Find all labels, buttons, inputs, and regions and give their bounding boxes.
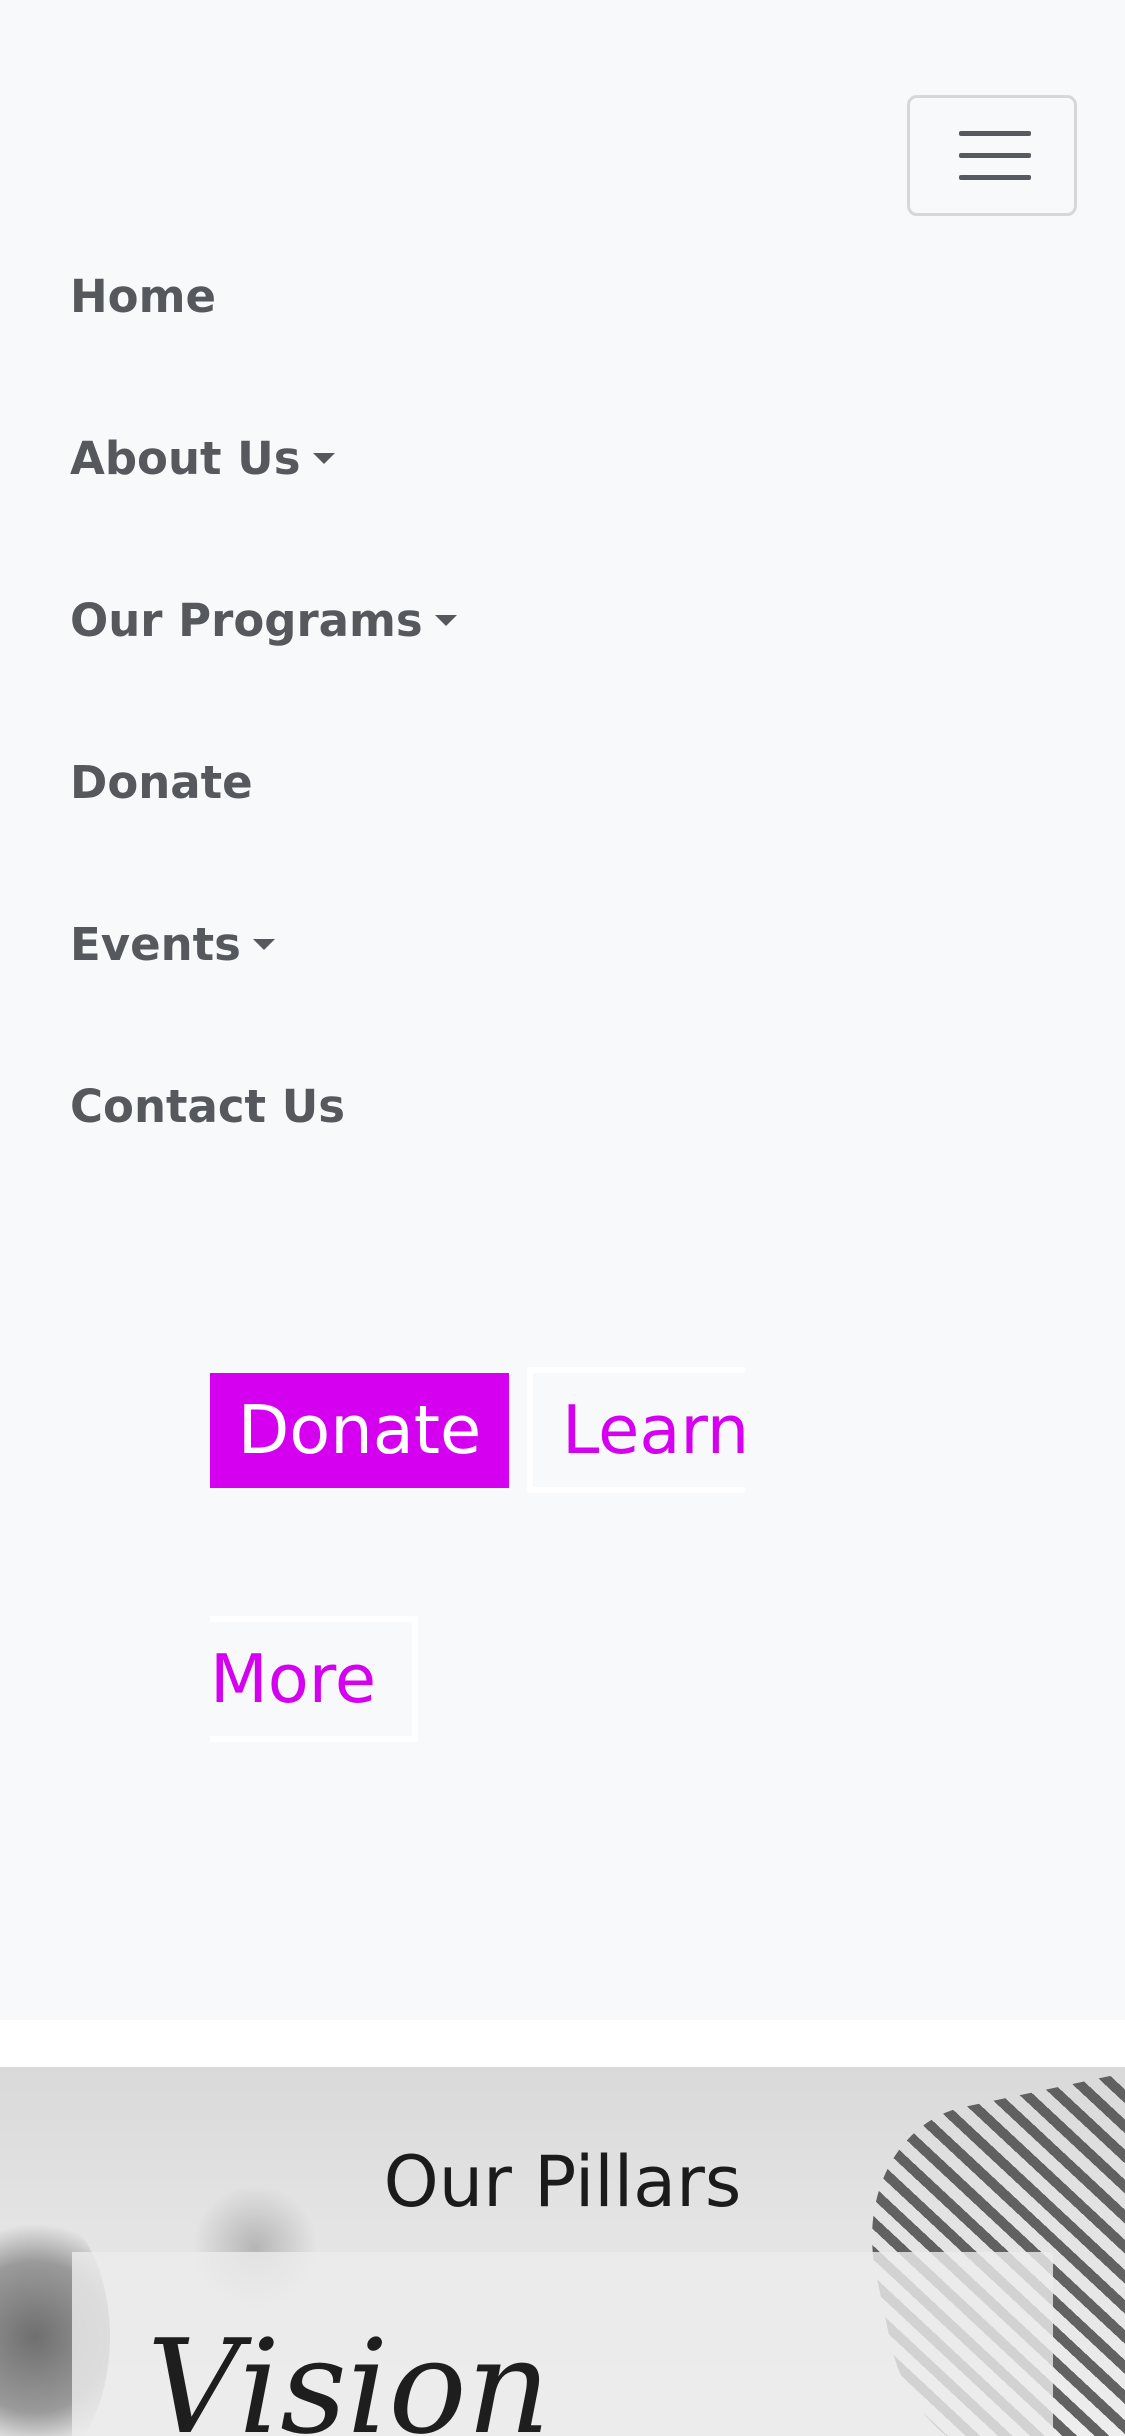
nav-item-label: Events [70, 918, 241, 971]
nav-item-label: Home [70, 270, 216, 323]
nav-item-label: Contact Us [70, 1080, 346, 1133]
vision-card: Vision [72, 2252, 1053, 2436]
nav-item-label: Donate [70, 756, 253, 809]
hamburger-menu-icon-bar [959, 175, 1031, 180]
navbar: Home About Us Our Programs Donate Events… [0, 0, 1125, 2020]
section-title: Our Pillars [383, 2141, 742, 2223]
caret-down-icon [252, 939, 275, 950]
nav-item-contact-us[interactable]: Contact Us [70, 1072, 345, 1142]
learn-more-label-line2[interactable]: More [210, 1616, 376, 1742]
nav-item-donate[interactable]: Donate [70, 748, 253, 818]
hamburger-menu-icon [959, 131, 1031, 136]
caret-down-icon [434, 615, 457, 626]
hamburger-menu-icon-bar [959, 153, 1031, 158]
navbar-toggler-button[interactable] [907, 95, 1077, 216]
donate-button[interactable]: Donate [210, 1373, 509, 1488]
section-divider [0, 2020, 1125, 2067]
vision-card-title: Vision [147, 2311, 551, 2436]
nav-item-about-us[interactable]: About Us [70, 424, 335, 494]
nav-item-home[interactable]: Home [70, 262, 216, 332]
learn-more-label-line1[interactable]: Learn [562, 1367, 749, 1493]
nav-item-events[interactable]: Events [70, 910, 275, 980]
nav-item-label: Our Programs [70, 594, 423, 647]
pillars-section: Our Pillars Vision [0, 2067, 1125, 2436]
nav-item-label: About Us [70, 432, 301, 485]
nav-item-our-programs[interactable]: Our Programs [70, 586, 457, 656]
caret-down-icon [312, 453, 335, 464]
